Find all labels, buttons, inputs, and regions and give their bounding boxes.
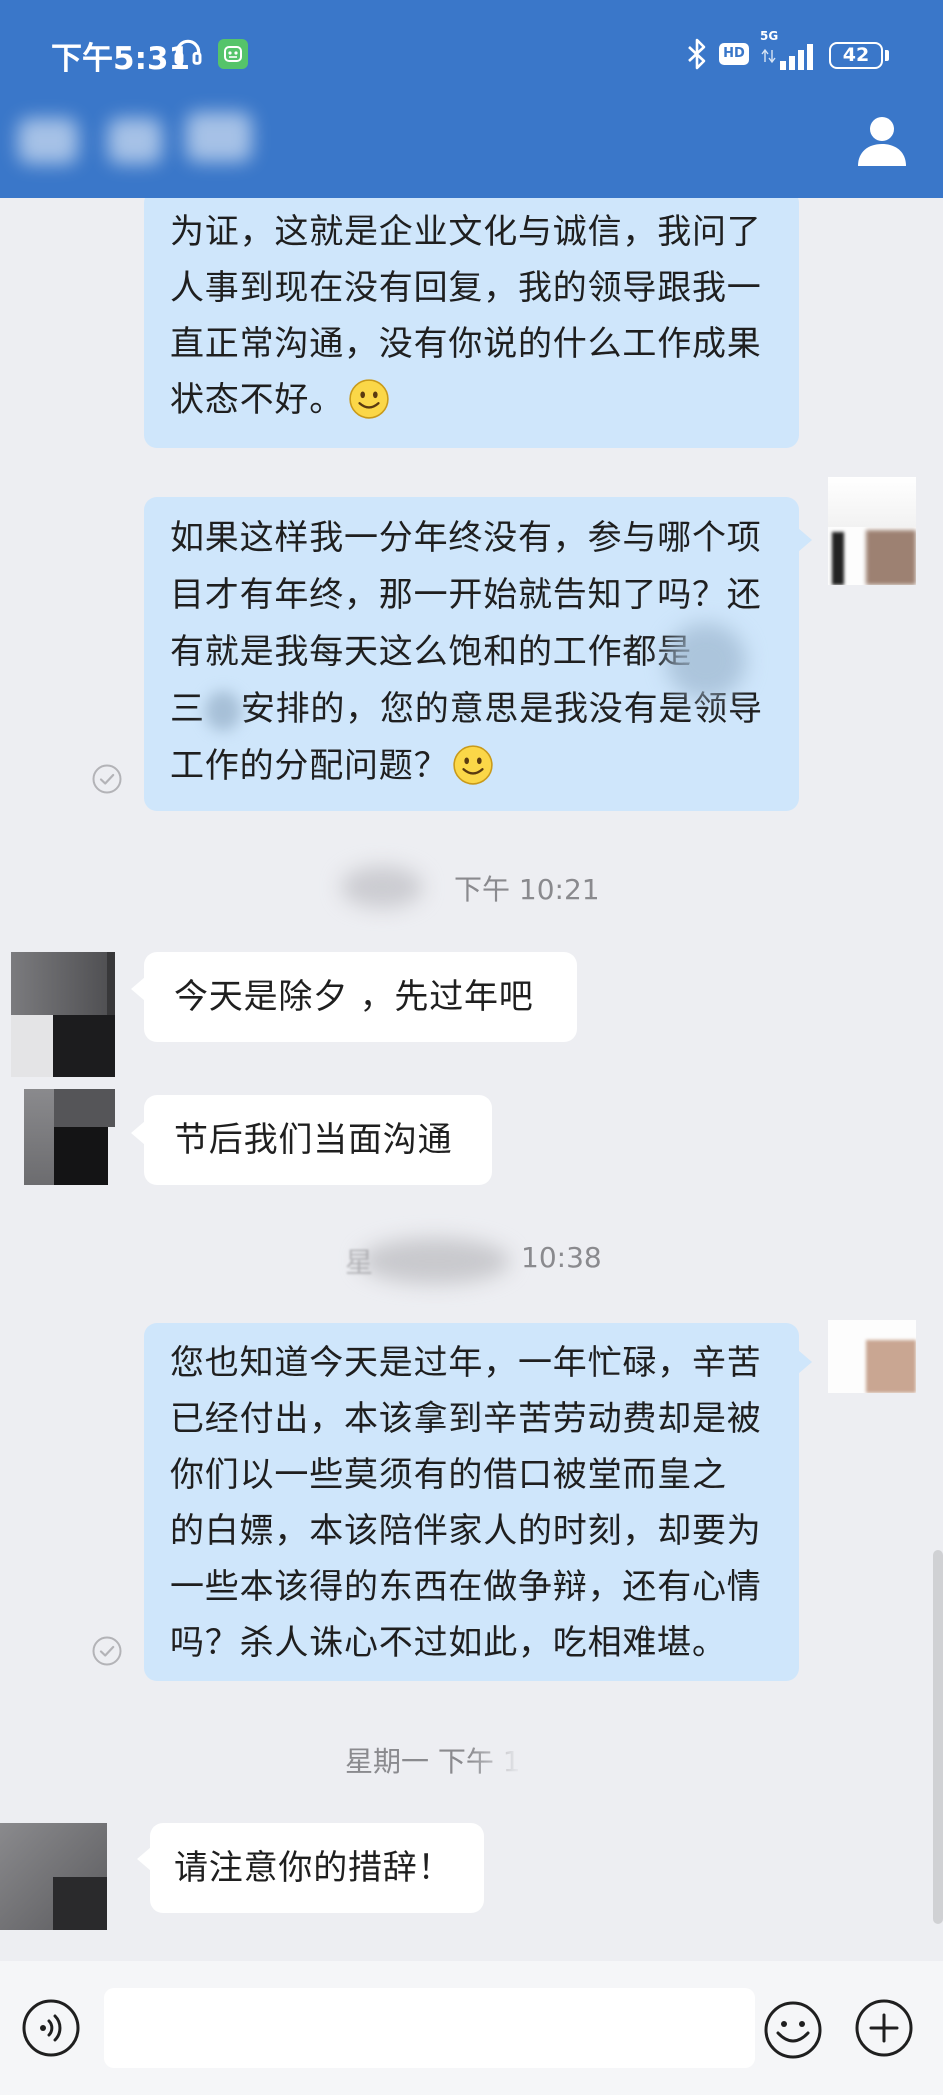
headphone-icon xyxy=(174,39,202,65)
message-line: 一些本该得的东西在做争辩，还有心情 xyxy=(170,1559,773,1615)
message-line: 直正常沟通，没有你说的什么工作成果 xyxy=(170,316,773,372)
contact-name-blurred xyxy=(108,118,162,164)
message-line: 人事到现在没有回复，我的领导跟我一 xyxy=(170,260,773,316)
redaction-blur xyxy=(666,623,746,699)
bubble-tail xyxy=(131,1121,145,1145)
contact-avatar[interactable] xyxy=(24,1089,115,1185)
bluetooth-icon xyxy=(688,38,706,70)
voice-icon[interactable] xyxy=(21,1998,81,2058)
message-line: 您也知道今天是过年，一年忙碌，辛苦 xyxy=(170,1335,773,1391)
message-bubble-outgoing[interactable]: 您也知道今天是过年，一年忙碌，辛苦 已经付出，本该拿到辛苦劳动费却是被 你们以一… xyxy=(144,1323,812,1681)
message-text: 有就是我每天这么饱和的工作都是 xyxy=(170,632,692,672)
message-text: 为证，这就是企业文化与诚信，我问了 xyxy=(170,212,762,252)
app-notification-icon xyxy=(218,39,248,69)
network-type: 5G xyxy=(760,29,779,43)
bubble-tail xyxy=(798,528,812,552)
timestamp: 10:38 xyxy=(521,1241,602,1274)
hd-badge: HD xyxy=(719,43,749,65)
message-line: 为证，这就是企业文化与诚信，我问了 xyxy=(170,204,773,260)
smile-emoji-icon xyxy=(453,744,494,785)
signal-icon xyxy=(761,44,813,70)
message-bubble-incoming[interactable]: 节后我们当面沟通 xyxy=(131,1095,492,1185)
redaction-blur xyxy=(360,1238,510,1284)
message-line: 吗？杀人诛心不过如此，吃相难堪。 xyxy=(170,1615,773,1671)
contact-name-blurred xyxy=(18,118,78,164)
message-line: 你们以一些莫须有的借口被堂而皇之 xyxy=(170,1447,773,1503)
message-text: 的白嫖，本该陪伴家人的时刻，却要为 xyxy=(170,1511,762,1551)
contact-name-blurred xyxy=(186,112,252,162)
contact-avatar[interactable] xyxy=(11,952,115,1077)
message-text: 今天是除夕 ，先过年吧 xyxy=(174,977,534,1017)
message-text: 状态不好。 xyxy=(170,380,344,420)
message-text: 你们以一些莫须有的借口被堂而皇之 xyxy=(170,1455,727,1495)
redaction-blur xyxy=(204,690,241,731)
battery-icon: 42 xyxy=(829,42,883,69)
message-bubble-incoming[interactable]: 请注意你的措辞！ xyxy=(137,1823,484,1913)
bubble-tail xyxy=(798,1350,812,1374)
message-bubble-outgoing[interactable]: 为证，这就是企业文化与诚信，我问了 人事到现在没有回复，我的领导跟我一 直正常沟… xyxy=(144,190,799,448)
self-avatar[interactable] xyxy=(828,1320,916,1393)
timestamp: 下午 10:21 xyxy=(454,873,600,906)
bubble-tail xyxy=(137,1847,151,1871)
message-text: 已经付出，本该拿到辛苦劳动费却是被 xyxy=(170,1399,762,1439)
person-icon[interactable] xyxy=(855,114,909,166)
timestamp-prefix: 星 xyxy=(345,1246,374,1279)
message-text: 一些本该得的东西在做争辩，还有心情 xyxy=(170,1567,762,1607)
message-text: 目才有年终，那一开始就告知了吗？还 xyxy=(170,575,762,615)
message-bubble-incoming[interactable]: 今天是除夕 ，先过年吧 xyxy=(131,952,577,1042)
smile-emoji-icon xyxy=(349,378,389,419)
message-text: 安排的，您的意思是我没有是领导 xyxy=(240,689,763,729)
message-text: 吗？杀人诛心不过如此，吃相难堪。 xyxy=(170,1623,727,1663)
message-line: 状态不好。 xyxy=(170,372,773,428)
message-text: 人事到现在没有回复，我的领导跟我一 xyxy=(170,268,762,308)
message-text: 如果这样我一分年终没有，参与哪个项 xyxy=(170,518,762,558)
message-text: 三 xyxy=(170,689,205,729)
read-check-icon xyxy=(92,1636,122,1666)
message-text: 工作的分配问题？ xyxy=(170,746,449,786)
plus-icon[interactable] xyxy=(854,1998,914,2058)
message-input[interactable] xyxy=(104,1988,755,2068)
read-check-icon xyxy=(92,764,122,794)
message-line: 如果这样我一分年终没有，参与哪个项 xyxy=(170,510,773,567)
message-text: 节后我们当面沟通 xyxy=(174,1120,453,1160)
contact-avatar[interactable] xyxy=(0,1823,107,1930)
message-text: 请注意你的措辞！ xyxy=(174,1848,453,1888)
battery-cap xyxy=(885,50,889,61)
message-text: 直正常沟通，没有你说的什么工作成果 xyxy=(170,324,762,364)
scrollbar[interactable] xyxy=(933,1550,943,1924)
redaction-blur xyxy=(341,866,423,908)
chat-header: 下午5:31 HD 5G 42 xyxy=(0,0,943,198)
message-text: 您也知道今天是过年，一年忙碌，辛苦 xyxy=(170,1343,762,1383)
message-line: 已经付出，本该拿到辛苦劳动费却是被 xyxy=(170,1391,773,1447)
message-line: 的白嫖，本该陪伴家人的时刻，却要为 xyxy=(170,1503,773,1559)
status-time: 下午5:31 xyxy=(51,41,191,77)
message-bubble-outgoing[interactable]: 如果这样我一分年终没有，参与哪个项 目才有年终，那一开始就告知了吗？还 有就是我… xyxy=(144,497,812,811)
bubble-tail xyxy=(131,977,145,1001)
self-avatar[interactable] xyxy=(828,477,916,585)
message-line: 目才有年终，那一开始就告知了吗？还 xyxy=(170,567,773,624)
timestamp: 星期一 下午 1 xyxy=(345,1745,521,1778)
message-line: 工作的分配问题？ xyxy=(170,738,773,795)
emoji-icon[interactable] xyxy=(763,2000,823,2060)
